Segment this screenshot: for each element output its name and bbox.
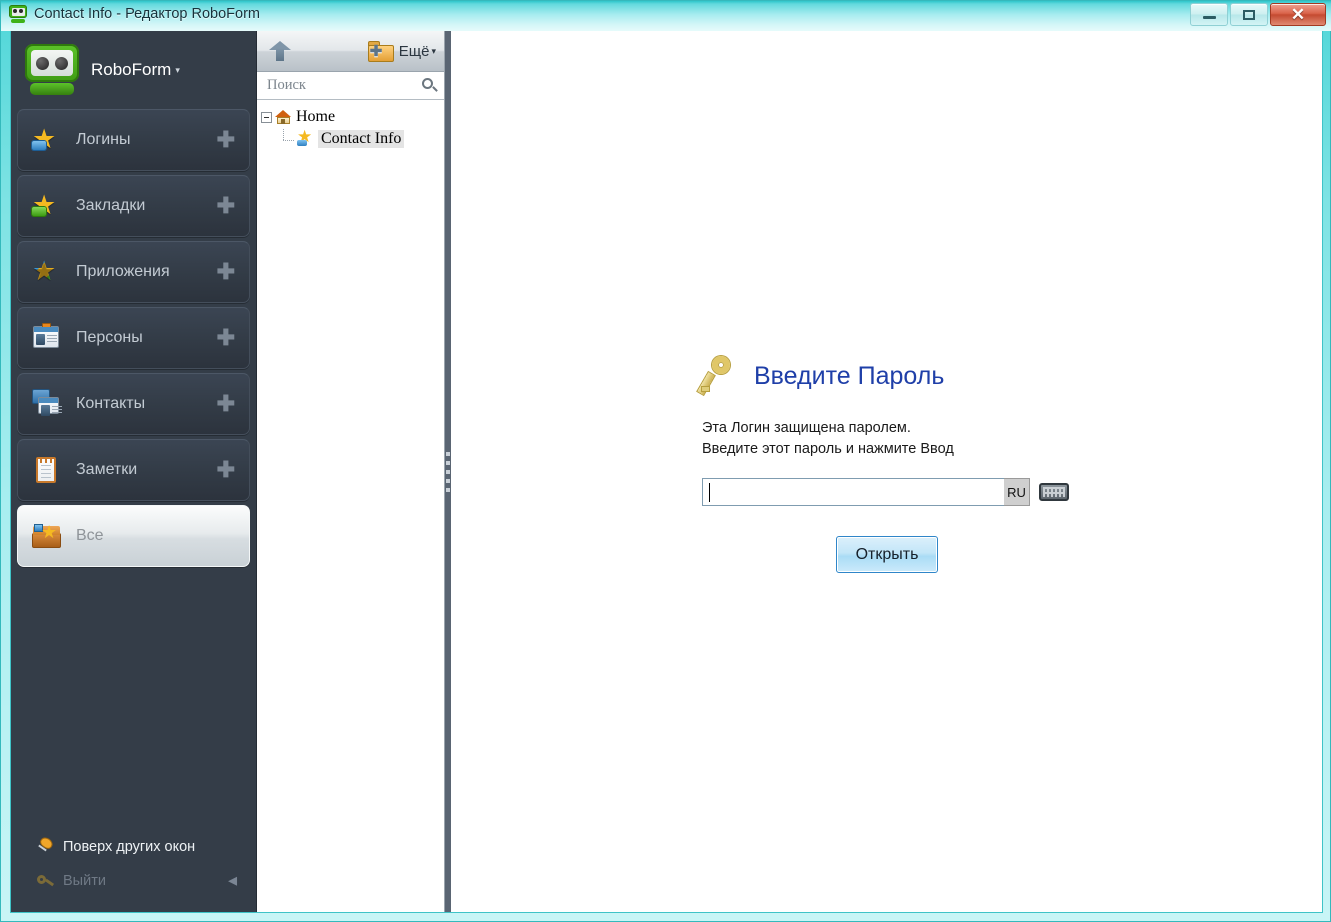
tree-node-label: Contact Info — [318, 130, 405, 148]
chevron-down-icon: ▾ — [431, 45, 436, 56]
search-icon[interactable] — [422, 77, 438, 94]
star-login-icon: ★ — [297, 127, 313, 146]
add-application-button[interactable]: ✚ — [217, 261, 235, 283]
contacts-cards-icon — [32, 389, 62, 419]
tree-node-home[interactable]: Home — [261, 106, 444, 128]
roboform-robot-icon — [25, 44, 79, 96]
notepad-icon — [32, 455, 62, 485]
sidebar-nav: ★ Логины ✚ ★ Закладки ✚ ★ Приложения ✚ П… — [11, 109, 256, 567]
maximize-icon — [1243, 9, 1255, 20]
up-arrow-icon[interactable] — [267, 38, 293, 64]
open-button[interactable]: Открыть — [836, 536, 938, 573]
sidebar: RoboForm ▾ ★ Логины ✚ ★ Закладки ✚ ★ При… — [11, 31, 257, 912]
pin-icon — [37, 836, 54, 856]
text-caret — [709, 483, 710, 503]
sidebar-item-applications[interactable]: ★ Приложения ✚ — [17, 241, 250, 303]
prompt-description-line1: Эта Логин защищена паролем. — [702, 420, 911, 436]
page-title: Введите Пароль — [754, 361, 945, 390]
tree-toolbar: ✚ Ещё ▾ — [257, 31, 444, 72]
password-input[interactable] — [702, 478, 1004, 507]
password-input-row: RU — [702, 478, 1122, 507]
tree-connector — [281, 128, 297, 145]
splitter-grip[interactable] — [446, 451, 450, 492]
add-bookmark-button[interactable]: ✚ — [217, 195, 235, 217]
new-folder-icon[interactable]: ✚ — [367, 40, 394, 62]
sidebar-item-label: Персоны — [76, 329, 143, 346]
star-bookmarks-icon: ★ — [32, 190, 57, 220]
sidebar-item-label: Закладки — [76, 197, 146, 214]
id-card-icon — [32, 323, 62, 353]
sidebar-item-label: Приложения — [76, 263, 170, 280]
window-title: Contact Info - Редактор RoboForm — [34, 6, 261, 22]
logout-label: Выйти — [63, 873, 106, 889]
key-icon — [697, 356, 740, 396]
minimize-button[interactable] — [1190, 3, 1228, 26]
prompt-description-line2: Введите этот пароль и нажмите Ввод — [702, 441, 954, 458]
logout-button[interactable]: Выйти ◄ — [11, 864, 256, 898]
client-area: RoboForm ▾ ★ Логины ✚ ★ Закладки ✚ ★ При… — [10, 31, 1323, 913]
key-icon — [37, 873, 55, 890]
sidebar-item-label: Заметки — [76, 461, 138, 478]
sidebar-item-bookmarks[interactable]: ★ Закладки ✚ — [17, 175, 250, 237]
password-prompt: Введите Пароль Эта Логин защищена пароле… — [697, 356, 1122, 507]
add-login-button[interactable]: ✚ — [217, 129, 235, 151]
sidebar-item-contacts[interactable]: Контакты ✚ — [17, 373, 250, 435]
collapse-sidebar-icon[interactable]: ◄ — [225, 874, 240, 889]
add-note-button[interactable]: ✚ — [217, 459, 235, 481]
more-menu-button[interactable]: Ещё ▾ — [399, 43, 436, 60]
home-house-icon — [275, 109, 292, 125]
sidebar-item-logins[interactable]: ★ Логины ✚ — [17, 109, 250, 171]
search-bar[interactable]: Поиск — [257, 72, 444, 100]
window-controls: ✕ — [1190, 3, 1326, 26]
add-identity-button[interactable]: ✚ — [217, 327, 235, 349]
sidebar-item-label: Логины — [76, 131, 131, 148]
sidebar-item-all[interactable]: ★ Все — [17, 505, 250, 567]
sidebar-item-identities[interactable]: Персоны ✚ — [17, 307, 250, 369]
tree-panel: ✚ Ещё ▾ Поиск Home ★ Contact Info — [257, 31, 445, 912]
tree-node-label: Home — [296, 108, 336, 125]
app-window: Contact Info - Редактор RoboForm ✕ RoboF… — [0, 0, 1331, 922]
sidebar-item-notes[interactable]: Заметки ✚ — [17, 439, 250, 501]
maximize-button[interactable] — [1230, 3, 1268, 26]
roboform-robot-icon — [9, 5, 27, 23]
brand-header[interactable]: RoboForm ▾ — [11, 31, 256, 109]
sidebar-item-label: Все — [76, 527, 104, 544]
title-bar: Contact Info - Редактор RoboForm ✕ — [1, 1, 1331, 31]
sidebar-footer: Поверх других окон Выйти ◄ — [11, 830, 256, 898]
main-content: Введите Пароль Эта Логин защищена пароле… — [451, 31, 1322, 912]
close-icon: ✕ — [1290, 5, 1306, 24]
sidebar-item-label: Контакты — [76, 395, 146, 412]
minimize-icon — [1202, 16, 1216, 19]
tree-node-contact-info[interactable]: ★ Contact Info — [261, 128, 444, 150]
more-menu-label: Ещё — [398, 42, 430, 60]
tree-body: Home ★ Contact Info — [257, 100, 444, 912]
brand-name: RoboForm — [91, 60, 172, 79]
virtual-keyboard-icon[interactable] — [1039, 483, 1069, 502]
always-on-top-toggle[interactable]: Поверх других окон — [11, 830, 256, 864]
star-logins-icon: ★ — [32, 124, 57, 154]
always-on-top-label: Поверх других окон — [63, 839, 196, 855]
language-badge: RU — [1004, 478, 1030, 507]
all-items-case-icon: ★ — [32, 521, 62, 551]
chevron-down-icon[interactable]: ▾ — [175, 65, 180, 76]
close-button[interactable]: ✕ — [1270, 3, 1326, 26]
add-contact-button[interactable]: ✚ — [217, 393, 235, 415]
prompt-description: Эта Логин защищена паролем. Введите этот… — [702, 418, 1122, 460]
search-input[interactable]: Поиск — [267, 77, 422, 94]
collapse-toggle-icon[interactable] — [261, 111, 272, 123]
star-apps-icon: ★ — [32, 256, 57, 286]
